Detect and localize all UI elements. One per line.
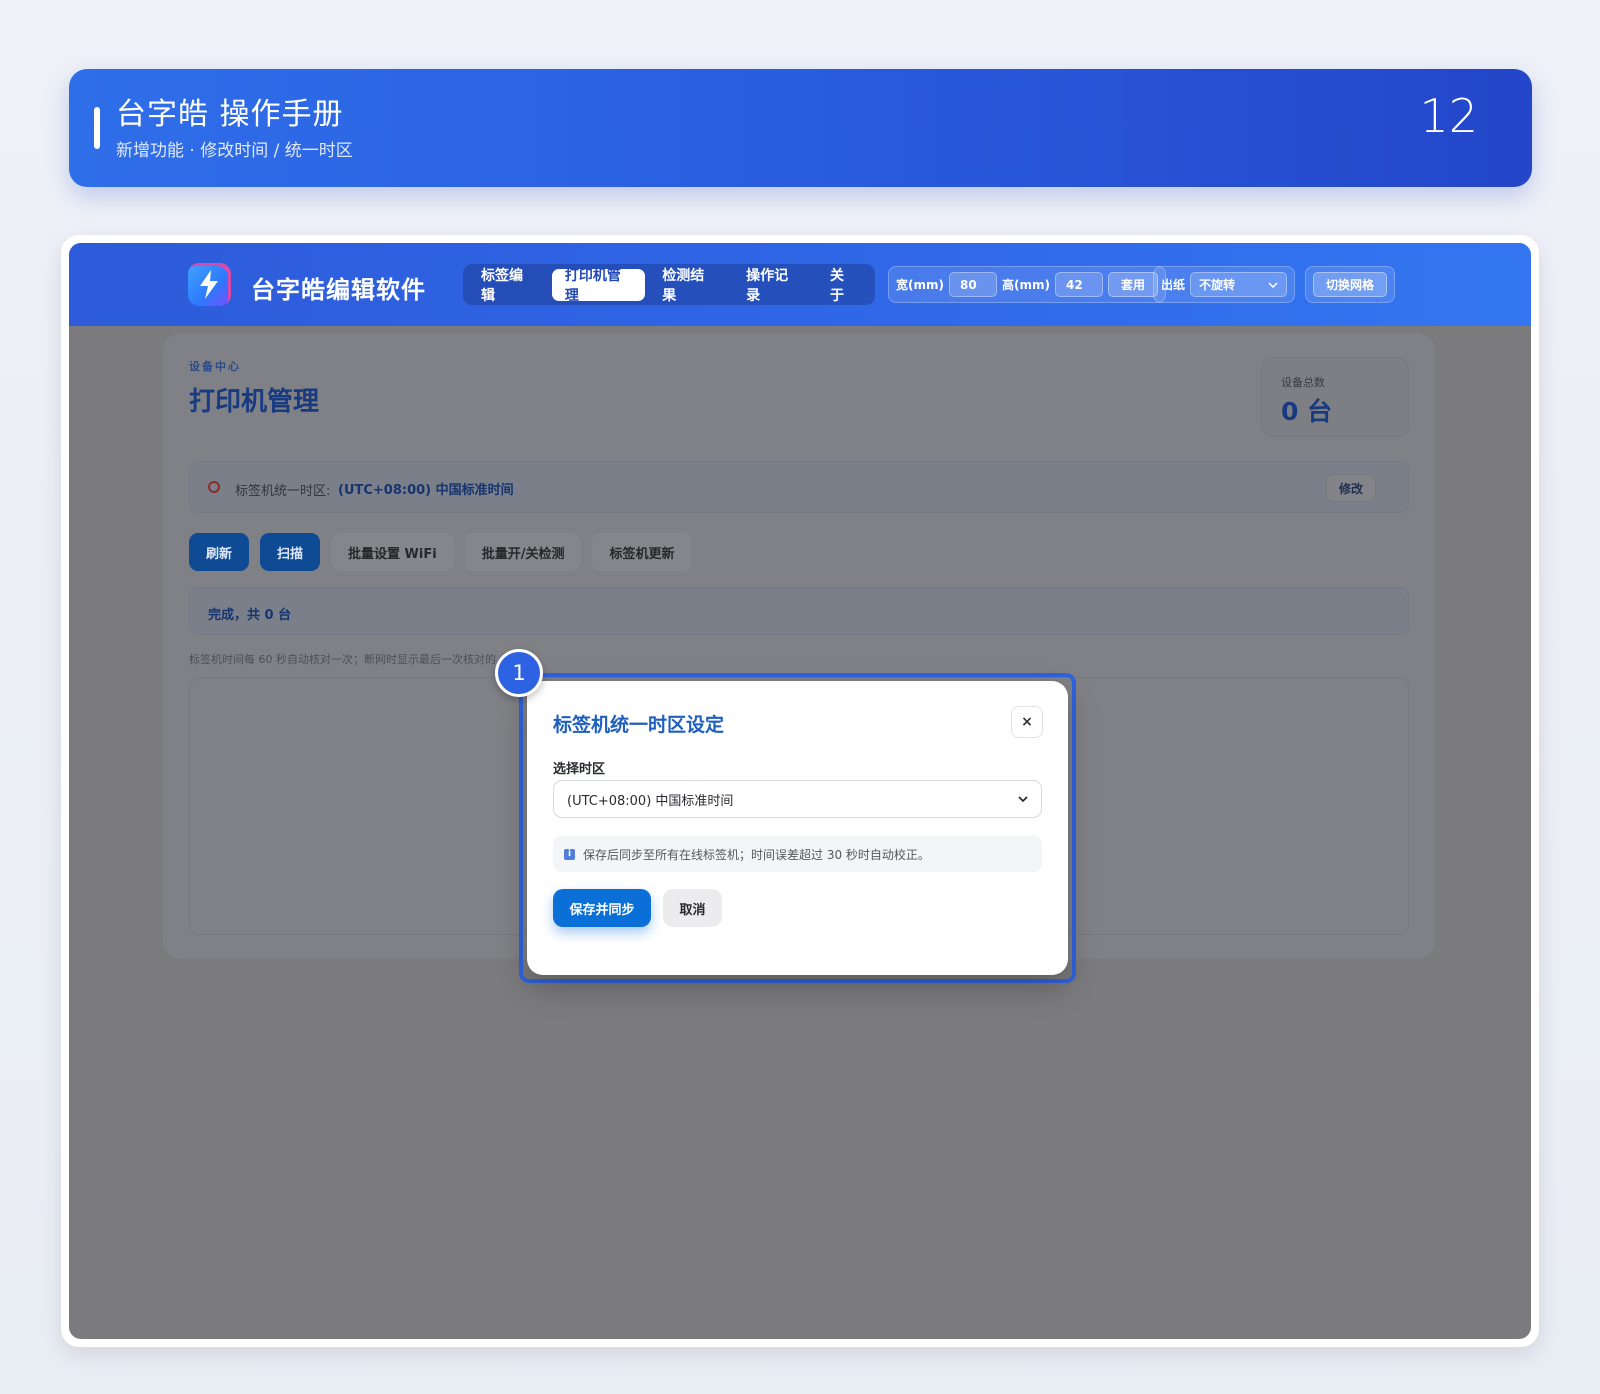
chevron-down-icon	[1268, 281, 1278, 288]
screenshot-frame: 台字皓编辑软件 标签编辑 打印机管理 检测结果 操作记录 关于 宽(mm) 80…	[61, 235, 1539, 1347]
tab-about[interactable]: 关于	[817, 268, 870, 304]
apply-size-button[interactable]: 套用	[1107, 272, 1158, 297]
page-number: 12	[1419, 89, 1478, 143]
height-label: 高(mm)	[1001, 278, 1050, 292]
timezone-modal: 标签机统一时区设定 × 选择时区 (UTC+08:00) 中国标准时间 i 保存…	[527, 681, 1068, 975]
status-text: 完成，共 0 台	[208, 608, 292, 623]
tab-label-edit[interactable]: 标签编辑	[468, 268, 548, 304]
toggle-grid-button[interactable]: 切换网格	[1313, 272, 1388, 297]
chevron-down-icon	[1018, 796, 1028, 802]
timezone-select[interactable]: (UTC+08:00) 中国标准时间	[553, 780, 1042, 818]
paper-label: 出纸	[1161, 278, 1186, 292]
sync-info-box: i 保存后同步至所有在线标签机；时间误差超过 30 秒时自动校正。	[553, 836, 1042, 872]
device-count-stat: 设备总数 0 台	[1261, 357, 1409, 437]
height-input[interactable]: 42	[1054, 272, 1103, 297]
modal-title: 标签机统一时区设定	[553, 714, 725, 736]
scan-button[interactable]: 扫描	[260, 533, 321, 571]
size-toolgroup: 宽(mm) 80 高(mm) 42 套用	[888, 266, 1166, 303]
timezone-value: (UTC+08:00) 中国标准时间	[338, 483, 514, 498]
paper-toolgroup: 出纸 不旋转	[1153, 266, 1296, 303]
timezone-field-label: 选择时区	[553, 762, 606, 777]
width-label: 宽(mm)	[896, 278, 944, 292]
tab-printer-management[interactable]: 打印机管理	[551, 268, 646, 304]
page-title: 打印机管理	[189, 387, 320, 417]
batch-wifi-button[interactable]: 批量设置 WiFi	[331, 533, 454, 571]
paper-rotation-value: 不旋转	[1199, 278, 1236, 292]
width-input[interactable]: 80	[948, 272, 997, 297]
main-nav-tabs: 标签编辑 打印机管理 检测结果 操作记录 关于	[463, 264, 875, 305]
sync-info-text: 保存后同步至所有在线标签机；时间误差超过 30 秒时自动校正。	[583, 847, 930, 862]
banner-accent-bar	[94, 107, 100, 149]
sync-hint-text: 标签机时间每 60 秒自动核对一次；断网时显示最后一次核对的	[189, 653, 496, 666]
grid-toolgroup: 切换网格	[1305, 266, 1396, 303]
manual-header-banner: 台字皓 操作手册 新增功能 · 修改时间 / 统一时区 12	[69, 69, 1532, 187]
timezone-select-value: (UTC+08:00) 中国标准时间	[567, 793, 734, 809]
printer-update-button[interactable]: 标签机更新	[592, 533, 692, 571]
save-and-sync-button[interactable]: 保存并同步	[553, 889, 651, 927]
app-top-bar: 台字皓编辑软件 标签编辑 打印机管理 检测结果 操作记录 关于 宽(mm) 80…	[69, 243, 1531, 326]
lightning-logo-icon	[188, 263, 231, 306]
manual-title: 台字皓 操作手册	[116, 97, 344, 132]
action-buttons: 刷新 扫描 批量设置 WiFi 批量开/关检测 标签机更新	[189, 533, 692, 571]
edit-timezone-button[interactable]: 修改	[1326, 474, 1376, 502]
cancel-button[interactable]: 取消	[663, 889, 722, 927]
refresh-button[interactable]: 刷新	[189, 533, 250, 571]
close-icon[interactable]: ×	[1011, 706, 1043, 738]
tab-operation-log[interactable]: 操作记录	[733, 268, 813, 304]
app-name: 台字皓编辑软件	[251, 276, 426, 304]
alarm-clock-icon	[208, 481, 220, 493]
tab-detection-results[interactable]: 检测结果	[649, 268, 729, 304]
info-icon: i	[564, 848, 575, 860]
manual-subtitle: 新增功能 · 修改时间 / 统一时区	[116, 141, 353, 161]
device-count-label: 设备总数	[1281, 376, 1325, 389]
device-count-value: 0 台	[1281, 397, 1333, 426]
status-row: 完成，共 0 台	[189, 587, 1409, 635]
step-number-badge: 1	[495, 649, 543, 697]
paper-rotation-select[interactable]: 不旋转	[1190, 272, 1288, 297]
section-eyebrow: 设备中心	[189, 360, 241, 373]
app-screen: 台字皓编辑软件 标签编辑 打印机管理 检测结果 操作记录 关于 宽(mm) 80…	[69, 243, 1531, 1339]
batch-detection-toggle-button[interactable]: 批量开/关检测	[464, 533, 582, 571]
timezone-row: 标签机统一时区: (UTC+08:00) 中国标准时间 修改	[189, 461, 1409, 513]
timezone-label: 标签机统一时区:	[235, 484, 331, 499]
